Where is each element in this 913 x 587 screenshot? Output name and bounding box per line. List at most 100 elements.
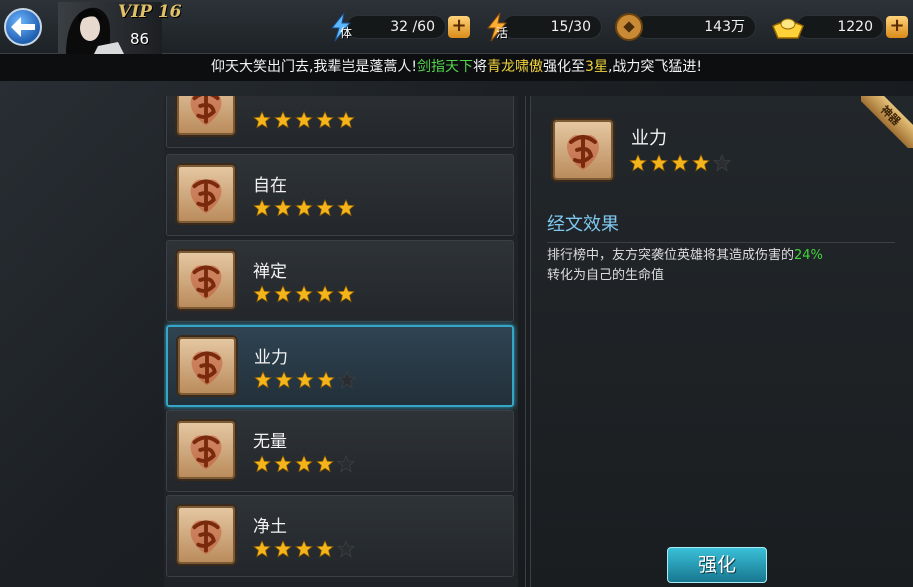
player-level: 86 — [130, 30, 150, 48]
star-filled-icon — [295, 285, 313, 303]
star-empty-icon — [337, 455, 355, 473]
detail-panel: 神器 业力 经文效果 排行榜中，友方突袭位英雄将其造成伤害的24% 转化为自己的… — [530, 96, 913, 587]
list-item[interactable] — [166, 96, 514, 148]
scripture-icon — [176, 335, 238, 397]
star-filled-icon — [650, 154, 668, 172]
sanskrit-glyph-icon — [567, 135, 599, 170]
detail-title: 业力 — [631, 128, 667, 149]
game-screen: VIP 16 86 32 /60 体 + 15/30 活 143万 1220 +… — [0, 0, 913, 587]
banner-player-name: 剑指天下 — [417, 59, 474, 75]
star-filled-icon — [671, 154, 689, 172]
star-filled-icon — [316, 285, 334, 303]
sanskrit-glyph-icon — [190, 265, 222, 300]
copper-coin-icon — [615, 13, 643, 41]
back-arrow-icon — [11, 17, 35, 37]
list-item-name: 自在 — [253, 176, 287, 196]
star-filled-icon — [274, 111, 292, 129]
star-filled-icon — [253, 199, 271, 217]
star-empty-icon — [713, 154, 731, 172]
star-rating — [253, 199, 355, 217]
star-filled-icon — [274, 285, 292, 303]
copper-value: 143万 — [634, 15, 756, 39]
star-empty-icon — [337, 540, 355, 558]
star-filled-icon — [253, 455, 271, 473]
star-filled-icon — [337, 111, 355, 129]
star-filled-icon — [316, 199, 334, 217]
energy-glyph: 活 — [496, 26, 509, 40]
star-filled-icon — [296, 371, 314, 389]
sanskrit-glyph-icon — [190, 435, 222, 470]
star-filled-icon — [316, 455, 334, 473]
announcement-banner: 仰天大笑出门去,我辈岂是蓬蒿人!剑指天下将青龙啸傲强化至3星,战力突飞猛进! — [0, 54, 913, 81]
sanskrit-glyph-icon — [190, 96, 222, 126]
scripture-icon — [175, 504, 237, 566]
list-item[interactable]: 自在 — [166, 154, 514, 236]
list-item-name: 净土 — [253, 517, 287, 537]
star-filled-icon — [295, 111, 313, 129]
copper-resource: 143万 — [614, 12, 760, 42]
stamina-value: 32 /60 — [346, 15, 446, 39]
gold-ingot-icon — [772, 18, 804, 39]
star-filled-icon — [275, 371, 293, 389]
star-filled-icon — [316, 540, 334, 558]
detail-star-rating — [629, 154, 731, 172]
stamina-resource: 32 /60 体 + — [326, 12, 472, 42]
list-item-name: 无量 — [253, 432, 287, 452]
effect-text-2: 转化为自己的生命值 — [547, 268, 665, 283]
scripture-icon — [175, 419, 237, 481]
sanskrit-glyph-icon — [190, 179, 222, 214]
star-filled-icon — [692, 154, 710, 172]
artifact-badge-label: 神器 — [861, 96, 913, 148]
star-rating — [254, 371, 356, 389]
star-filled-icon — [316, 111, 334, 129]
energy-value: 15/30 — [502, 15, 602, 39]
effect-text: 排行榜中，友方突袭位英雄将其造成伤害的 — [547, 248, 795, 263]
star-empty-icon — [338, 371, 356, 389]
star-filled-icon — [337, 285, 355, 303]
banner-item-name: 青龙啸傲 — [487, 59, 544, 75]
back-button[interactable] — [4, 8, 42, 46]
artifact-badge: 神器 — [861, 96, 913, 148]
sanskrit-glyph-icon — [190, 520, 222, 555]
list-item[interactable]: 禅定 — [166, 240, 514, 322]
list-item[interactable]: 无量 — [166, 410, 514, 492]
banner-text-1: 仰天大笑出门去,我辈岂是蓬蒿人! — [210, 59, 418, 75]
list-item-name: 禅定 — [253, 262, 287, 282]
stamina-glyph: 体 — [340, 26, 353, 40]
star-filled-icon — [274, 540, 292, 558]
star-filled-icon — [295, 540, 313, 558]
star-rating — [253, 285, 355, 303]
banner-text-2: 将 — [473, 59, 488, 75]
scripture-detail-icon — [551, 118, 615, 182]
list-item[interactable]: 净土 — [166, 495, 514, 577]
star-rating — [253, 111, 355, 129]
gold-resource: 1220 + — [770, 12, 910, 42]
upgrade-button[interactable]: 强化 — [667, 547, 767, 583]
star-filled-icon — [629, 154, 647, 172]
panel-divider — [525, 96, 526, 587]
scripture-icon — [175, 96, 237, 137]
add-gold-button[interactable]: + — [886, 16, 908, 38]
effect-percent: 24% — [794, 248, 823, 263]
scripture-icon — [175, 163, 237, 225]
star-filled-icon — [253, 111, 271, 129]
star-filled-icon — [253, 540, 271, 558]
add-stamina-button[interactable]: + — [448, 16, 470, 38]
scripture-list[interactable]: 自在 禅定 业力 无量 净土 — [164, 96, 518, 587]
vip-label: VIP 16 — [118, 2, 182, 22]
sanskrit-glyph-icon — [191, 351, 223, 386]
list-item-name: 业力 — [254, 348, 288, 368]
energy-resource: 15/30 活 — [482, 12, 604, 42]
star-filled-icon — [295, 199, 313, 217]
star-filled-icon — [337, 199, 355, 217]
star-rating — [253, 455, 355, 473]
scripture-icon — [175, 249, 237, 311]
banner-text-4: ,战力突飞猛进! — [607, 59, 703, 75]
list-item-selected[interactable]: 业力 — [166, 325, 514, 407]
star-filled-icon — [317, 371, 335, 389]
star-filled-icon — [274, 199, 292, 217]
star-filled-icon — [253, 285, 271, 303]
top-bar: VIP 16 86 32 /60 体 + 15/30 活 143万 1220 + — [0, 0, 913, 54]
star-filled-icon — [295, 455, 313, 473]
effect-section-title: 经文效果 — [547, 210, 895, 243]
